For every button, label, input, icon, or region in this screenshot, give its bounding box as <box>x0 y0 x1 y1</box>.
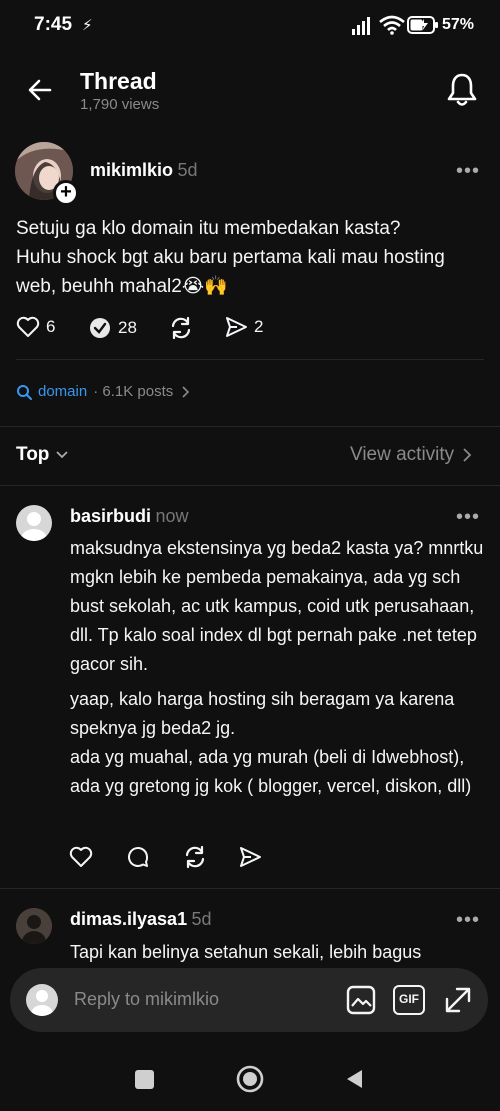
gif-button[interactable]: GIF <box>393 985 425 1015</box>
share-button[interactable]: 2 <box>224 316 263 338</box>
chevron-right-icon <box>463 448 472 462</box>
back-button[interactable] <box>344 1068 364 1090</box>
divider <box>16 359 484 360</box>
reply-author-line: dimas.ilyasa1 5d <box>70 909 212 930</box>
back-arrow-icon[interactable] <box>26 76 54 104</box>
battery-percent: 57% <box>442 16 475 33</box>
expand-icon[interactable] <box>443 985 473 1015</box>
divider <box>0 426 500 427</box>
post-author-line: mikimlkio 5d <box>90 160 198 181</box>
post-text: Setuju ga klo domain itu membedakan kast… <box>16 218 445 297</box>
reply-username[interactable]: dimas.ilyasa1 <box>70 909 187 929</box>
avatar <box>26 984 58 1016</box>
topic-post-count: · 6.1K posts <box>93 383 174 400</box>
divider <box>0 485 500 486</box>
reply-time: now <box>155 506 189 526</box>
bolt-icon: ⚡ <box>82 17 93 34</box>
avatar[interactable] <box>16 908 52 944</box>
reply-author-line: basirbudi now <box>70 506 189 527</box>
recents-button[interactable] <box>135 1070 154 1089</box>
page-title: Thread <box>80 68 157 94</box>
view-activity-link[interactable]: View activity <box>350 444 472 466</box>
sort-dropdown[interactable]: Top <box>16 444 69 466</box>
battery-icon <box>407 16 438 34</box>
topic-name: domain <box>38 383 88 400</box>
post-username[interactable]: mikimlkio <box>90 160 173 180</box>
reply-text: yaap, kalo harga hosting sih beragam ya … <box>70 689 472 796</box>
search-icon <box>17 384 32 400</box>
chevron-down-icon <box>56 451 69 459</box>
send-icon[interactable] <box>238 846 262 868</box>
reply-text: Tapi kan belinya setahun sekali, lebih b… <box>70 942 422 962</box>
avatar[interactable] <box>16 505 52 541</box>
follow-plus-button[interactable]: + <box>53 180 79 206</box>
post-time: 5d <box>177 160 198 180</box>
reply-button[interactable]: 28 <box>88 316 137 340</box>
status-time: 7:45 <box>34 14 73 35</box>
image-icon[interactable] <box>346 985 376 1015</box>
wifi-icon <box>379 15 405 35</box>
view-activity-label: View activity <box>350 444 455 465</box>
home-button[interactable] <box>236 1065 264 1093</box>
repost-icon[interactable] <box>168 315 194 341</box>
divider <box>0 888 500 889</box>
heart-icon <box>16 316 40 337</box>
share-count: 2 <box>254 317 264 336</box>
topic-tag[interactable]: domain · 6.1K posts <box>16 383 191 400</box>
send-icon <box>226 317 247 337</box>
like-button[interactable]: 6 <box>16 316 55 338</box>
more-options-icon[interactable]: ••• <box>456 909 480 932</box>
more-options-icon[interactable]: ••• <box>456 506 480 529</box>
reply-input[interactable]: Reply to mikimlkio <box>74 989 219 1010</box>
like-count: 6 <box>46 317 56 336</box>
reply-count: 28 <box>118 318 137 337</box>
repost-icon[interactable] <box>182 844 208 870</box>
more-options-icon[interactable]: ••• <box>456 160 480 183</box>
heart-icon[interactable] <box>69 846 93 868</box>
reply-time: 5d <box>191 909 212 929</box>
signal-icon <box>352 17 370 35</box>
sort-label: Top <box>16 444 50 465</box>
reply-username[interactable]: basirbudi <box>70 506 151 526</box>
reply-bubble-check-icon <box>90 318 110 338</box>
bell-icon[interactable] <box>446 72 478 108</box>
reply-text: maksudnya ekstensinya yg beda2 kasta ya?… <box>70 538 484 674</box>
comment-icon[interactable] <box>126 845 150 869</box>
chevron-right-icon <box>182 385 190 398</box>
view-count: 1,790 views <box>80 96 160 113</box>
status-bar: 7:45 ⚡ 57% <box>0 0 500 52</box>
